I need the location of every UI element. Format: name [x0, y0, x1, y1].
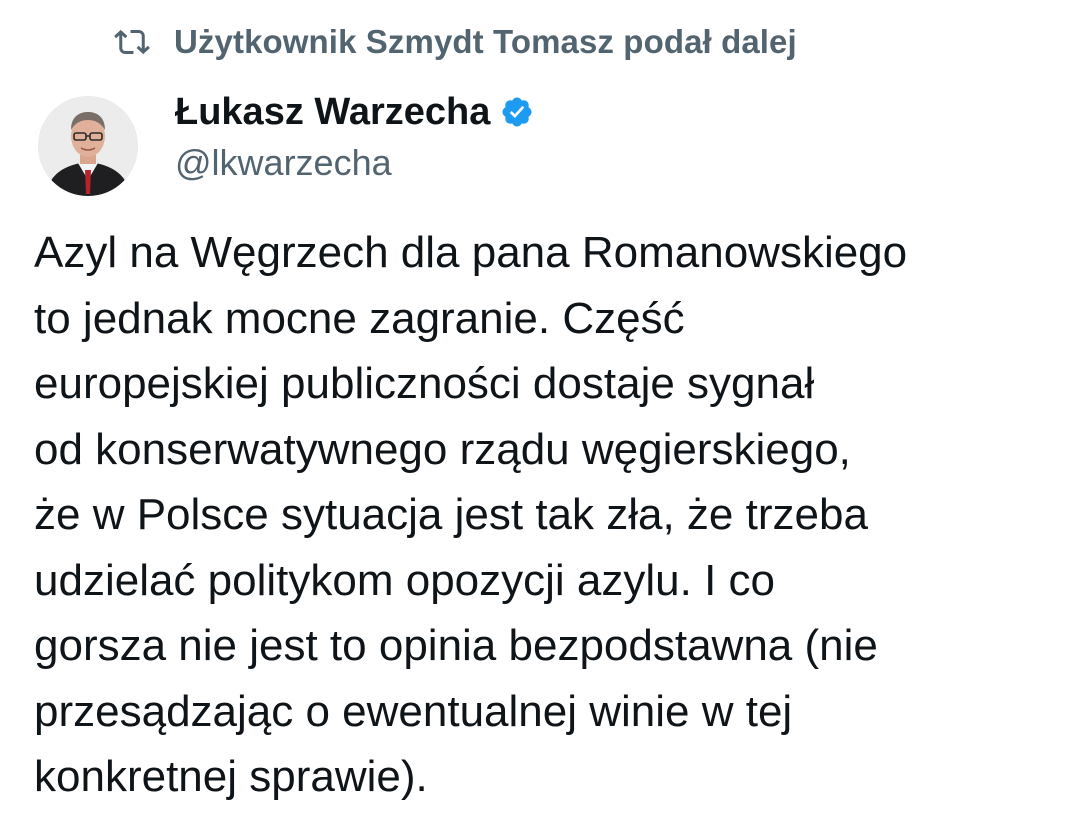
- tweet-text: Azyl na Węgrzech dla pana Romanowskiego …: [34, 220, 1064, 810]
- retweet-header[interactable]: Użytkownik Szmydt Tomasz podał dalej: [112, 14, 797, 70]
- tweet-line: że w Polsce sytuacja jest tak zła, że tr…: [34, 490, 868, 539]
- display-name[interactable]: Łukasz Warzecha: [175, 91, 490, 134]
- retweet-label: Użytkownik Szmydt Tomasz podał dalej: [174, 23, 797, 60]
- avatar[interactable]: [38, 96, 138, 196]
- tweet-line: to jednak mocne zagranie. Część: [34, 293, 685, 343]
- tweet-line: Azyl na Węgrzech dla pana Romanowskiego: [34, 228, 908, 277]
- tweet-line: udzielać politykom opozycji azylu. I co: [34, 555, 775, 605]
- retweet-icon: [112, 22, 152, 62]
- tweet-line: europejskiej publiczności dostaje sygnał: [34, 359, 815, 408]
- display-name-row: Łukasz Warzecha: [175, 88, 536, 136]
- tweet-line: od konserwatywnego rządu węgierskiego,: [34, 424, 851, 474]
- avatar-photo: [38, 96, 138, 196]
- tweet-line: gorsza nie jest to opinia bezpodstawna (…: [34, 621, 878, 670]
- verified-badge-icon[interactable]: [500, 94, 536, 130]
- author-block[interactable]: Łukasz Warzecha @lkwarzecha: [175, 88, 536, 184]
- tweet-line: przesądzając o ewentualnej winie w tej: [34, 686, 793, 736]
- tweet-line: konkretnej sprawie).: [34, 752, 428, 801]
- user-handle[interactable]: @lkwarzecha: [175, 142, 536, 184]
